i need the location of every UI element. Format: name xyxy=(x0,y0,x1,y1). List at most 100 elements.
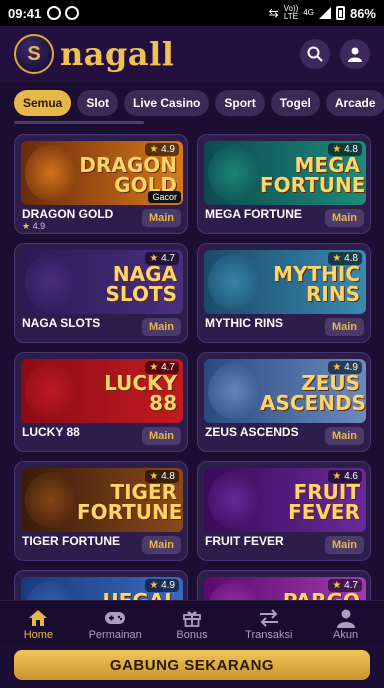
game-card[interactable]: PARGO★ 4.7 xyxy=(197,570,371,600)
game-card[interactable]: FRUIT FEVER ★ 4.6 FRUIT FEVER Main xyxy=(197,461,371,561)
rating-badge: ★ 4.7 xyxy=(145,361,179,374)
star-icon: ★ xyxy=(22,221,33,231)
app-header: S nagall xyxy=(0,26,384,82)
rating-badge: ★ 4.7 xyxy=(328,579,362,592)
game-art xyxy=(208,254,260,310)
rating-badge: ★ 4.9 xyxy=(145,143,179,156)
play-button[interactable]: Main xyxy=(141,209,181,227)
game-card[interactable]: DRAGON GOLD ★ 4.9 Gacor DRAGON GOLD ★ 4.9 Mai… xyxy=(14,134,188,234)
play-button[interactable]: Main xyxy=(324,209,364,227)
rating-badge: ★ 4.7 xyxy=(145,252,179,265)
battery-level: 86% xyxy=(349,5,376,21)
vibrate-icon: ⇆ xyxy=(268,6,279,20)
game-name: MYTHIC RINS xyxy=(205,316,283,330)
game-thumbnail[interactable]: NAGA SLOTS ★ 4.7 xyxy=(21,250,183,314)
game-thumbnail[interactable]: TIGER FORTUNE ★ 4.8 xyxy=(21,468,183,532)
rating-badge: ★ 4.6 xyxy=(328,470,362,483)
whatsapp-icon xyxy=(47,6,62,20)
tab-slot[interactable]: Slot xyxy=(77,90,119,116)
tab-arcade[interactable]: Arcade xyxy=(325,90,384,116)
account-button[interactable] xyxy=(340,39,370,69)
nav-home[interactable]: Home xyxy=(3,607,73,641)
search-icon xyxy=(307,46,323,62)
play-button[interactable]: Main xyxy=(141,536,181,554)
rating-value: 4.9 xyxy=(344,362,358,373)
star-icon: ★ xyxy=(332,144,345,155)
search-button[interactable] xyxy=(300,39,330,69)
play-button[interactable]: Main xyxy=(141,318,181,336)
game-thumbnail[interactable]: LUCKY 88 ★ 4.7 xyxy=(21,359,183,423)
game-title-art: MYTHIC RINS xyxy=(273,262,360,306)
play-button[interactable]: Main xyxy=(141,427,181,445)
star-icon: ★ xyxy=(149,253,162,264)
rating-value: 4.7 xyxy=(161,253,175,264)
star-icon: ★ xyxy=(149,144,162,155)
game-name: NAGA SLOTS xyxy=(22,316,101,330)
game-card[interactable]: MEGA FORTUNE ★ 4.8 MEGA FORTUNE Main xyxy=(197,134,371,234)
brand-logo[interactable]: nagall xyxy=(60,35,174,73)
game-name: FRUIT FEVER xyxy=(205,534,284,548)
rating-value: 4.8 xyxy=(344,144,358,155)
rating-value: 4.7 xyxy=(344,580,358,591)
game-thumbnail[interactable]: FRUIT FEVER ★ 4.6 xyxy=(204,468,366,532)
game-title-art: DRAGON GOLD xyxy=(79,153,177,197)
rating-badge: ★ 4.8 xyxy=(328,252,362,265)
nav-label: Transaksi xyxy=(245,628,293,641)
category-tabs: SemuaSlotLive CasinoSportTogelArcadeProm… xyxy=(14,90,384,118)
category-scroll-indicator xyxy=(14,121,144,124)
game-name: DRAGON GOLD xyxy=(22,207,114,221)
star-icon: ★ xyxy=(149,471,162,482)
game-art xyxy=(208,472,260,528)
tab-live-casino[interactable]: Live Casino xyxy=(124,90,210,116)
game-card[interactable]: NAGA SLOTS ★ 4.7 NAGA SLOTS Main xyxy=(14,243,188,343)
game-thumbnail[interactable]: DRAGON GOLD ★ 4.9 Gacor xyxy=(21,141,183,205)
network-gen: 4G xyxy=(303,8,314,17)
nav-transaksi[interactable]: Transaksi xyxy=(234,607,304,641)
nav-permainan[interactable]: Permainan xyxy=(80,607,150,641)
game-thumbnail[interactable]: UEGAL★ 4.9 xyxy=(21,577,183,600)
tab-sport[interactable]: Sport xyxy=(215,90,265,116)
play-button[interactable]: Main xyxy=(324,536,364,554)
game-title-art: ZEUS ASCENDS xyxy=(260,371,366,415)
rating-value: 4.8 xyxy=(161,471,175,482)
rating-value: 4.9 xyxy=(161,144,175,155)
game-title-art: LUCKY 88 xyxy=(104,371,177,415)
play-button[interactable]: Main xyxy=(324,318,364,336)
nav-akun[interactable]: Akun xyxy=(311,607,381,641)
tab-togel[interactable]: Togel xyxy=(270,90,320,116)
tab-semua[interactable]: Semua xyxy=(14,90,72,116)
game-thumbnail[interactable]: MEGA FORTUNE ★ 4.8 xyxy=(204,141,366,205)
game-name: TIGER FORTUNE xyxy=(22,534,120,548)
gamepad-icon xyxy=(104,607,126,629)
nav-label: Permainan xyxy=(88,628,142,641)
game-art xyxy=(25,145,77,201)
volte-indicator: Vo)) LTE xyxy=(283,4,299,21)
game-thumbnail[interactable]: ZEUS ASCENDS ★ 4.9 xyxy=(204,359,366,423)
game-card[interactable]: LUCKY 88 ★ 4.7 LUCKY 88 Main xyxy=(14,352,188,452)
game-card[interactable]: TIGER FORTUNE ★ 4.8 TIGER FORTUNE Main xyxy=(14,461,188,561)
star-icon: ★ xyxy=(149,362,162,373)
game-title-art: MEGA FORTUNE xyxy=(260,153,366,197)
status-time: 09:41 xyxy=(8,5,42,21)
game-art xyxy=(25,472,77,528)
star-icon: ★ xyxy=(332,471,345,482)
status-bar: 09:41 ⇆ Vo)) LTE 4G 86% xyxy=(0,0,384,26)
game-title-art: UEGAL xyxy=(77,591,177,600)
dragon-logo-icon: S xyxy=(14,34,54,74)
game-card[interactable]: UEGAL★ 4.9 xyxy=(14,570,188,600)
rating-badge: ★ 4.8 xyxy=(328,143,362,156)
game-card[interactable]: ZEUS ASCENDS ★ 4.9 ZEUS ASCENDS Main xyxy=(197,352,371,452)
play-button[interactable]: Main xyxy=(324,427,364,445)
star-icon: ★ xyxy=(332,580,345,591)
join-now-button[interactable]: GABUNG SEKARANG xyxy=(14,650,370,680)
rating-badge: ★ 4.9 xyxy=(328,361,362,374)
game-title-art: TIGER FORTUNE xyxy=(77,480,183,524)
nav-bonus[interactable]: Bonus xyxy=(157,607,227,641)
battery-icon xyxy=(335,6,345,20)
game-thumbnail[interactable]: PARGO★ 4.7 xyxy=(204,577,366,600)
game-thumbnail[interactable]: MYTHIC RINS ★ 4.8 xyxy=(204,250,366,314)
game-card[interactable]: MYTHIC RINS ★ 4.8 MYTHIC RINS Main xyxy=(197,243,371,343)
star-icon: ★ xyxy=(149,580,162,591)
rating-value: 4.7 xyxy=(161,362,175,373)
game-art xyxy=(25,254,77,310)
